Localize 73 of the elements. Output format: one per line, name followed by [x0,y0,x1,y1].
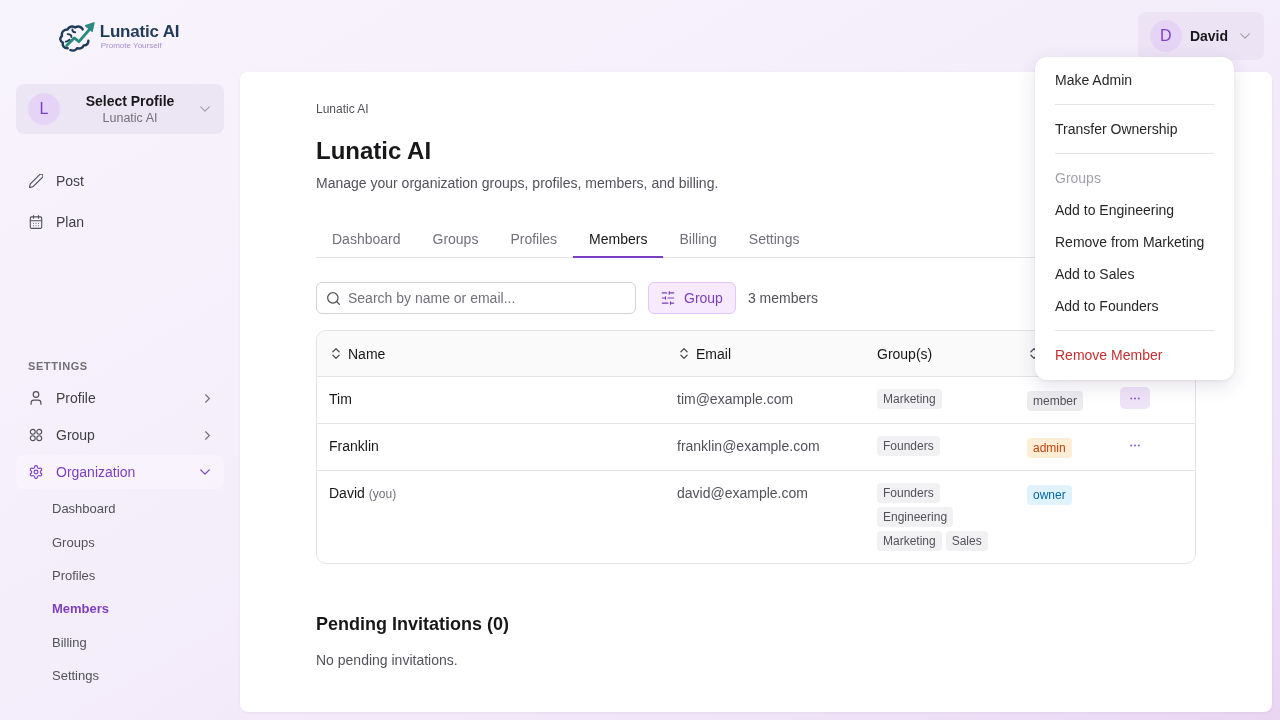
tab[interactable]: Settings [732,222,816,258]
user-menu-button[interactable]: D David [1137,12,1264,60]
pencil-icon [29,174,43,188]
role-badge: owner [1027,485,1072,505]
settings-nav-item[interactable]: Organization [16,455,224,489]
chevron-down-icon [200,106,210,112]
menu-item[interactable]: Add to Founders [1035,290,1234,322]
tab[interactable]: Groups [416,222,495,258]
person-icon [29,391,43,405]
tab[interactable]: Billing [663,222,733,258]
role-badge: member [1027,391,1083,411]
sub-nav-item[interactable]: Members [52,592,110,626]
page-title: Lunatic AI [316,136,432,166]
menu-item[interactable]: Make Admin [1035,64,1234,96]
group-tag: Marketing [877,389,942,409]
column-header: Email [696,345,731,362]
avatar: L [28,93,60,125]
member-email: franklin@example.com [677,438,820,454]
menu-item[interactable]: Add to Sales [1035,258,1234,290]
menu-item[interactable]: Remove from Marketing [1035,226,1234,258]
tab[interactable]: Dashboard [316,222,417,258]
row-actions-button[interactable] [1120,387,1150,409]
sub-nav-item[interactable]: Settings [52,658,99,693]
sub-nav-item[interactable]: Profiles [52,558,96,593]
group-tag: Engineering [877,507,954,527]
settings-nav-item[interactable]: Profile [16,381,224,415]
profile-selector[interactable]: L Select Profile Lunatic AI [16,84,224,134]
avatar: D [1149,20,1182,52]
sliders-icon [661,291,675,305]
column-header: Group(s) [877,345,933,362]
column-header: Name [348,345,386,362]
gear-icon [29,465,43,479]
member-name: David [329,485,365,501]
member-name: Franklin [329,438,379,454]
menu-heading: Groups [1054,169,1102,188]
brain-logo-icon [58,20,97,52]
sub-nav-item[interactable]: Groups [52,525,95,559]
settings-nav-item[interactable]: Group [16,418,224,452]
sub-nav-item[interactable]: Dashboard [52,492,116,526]
tab[interactable]: Profiles [494,222,574,258]
group-tag: Marketing [877,531,942,551]
profile-subtitle: Lunatic AI [102,109,158,126]
menu-item[interactable]: Remove Member [1035,339,1234,371]
nav-item[interactable]: Plan [16,204,224,240]
member-email: tim@example.com [677,391,794,407]
more-icon [1130,396,1140,400]
search-field[interactable]: Search by name or email... [316,282,636,314]
group-tag: Founders [877,483,940,503]
sub-nav-item[interactable]: Billing [52,625,87,659]
logo-name: Lunatic AI [99,22,180,41]
tab[interactable]: Members [573,222,664,258]
four-circles-icon [29,428,43,442]
section-label: SETTINGS [28,359,88,374]
empty-message: No pending invitations. [316,651,458,670]
group-tag: Founders [877,436,940,456]
breadcrumb[interactable]: Lunatic AI [316,101,369,117]
page-description: Manage your organization groups, profiles, members, and billing. [316,174,719,193]
section-title: Pending Invitations (0) [316,613,509,636]
group-tag: Sales [945,531,988,551]
member-email: david@example.com [677,485,808,501]
more-icon [1130,443,1140,447]
menu-item[interactable]: Transfer Ownership [1035,113,1234,145]
member-name: Tim [329,391,352,407]
search-icon [327,292,340,305]
chevron-down-icon [1240,33,1250,39]
calendar-icon [29,215,43,229]
member-count: 3 members [747,290,818,306]
role-badge: admin [1027,438,1072,458]
logo-tagline: Promote Yourself [100,41,163,50]
nav-item[interactable]: Post [16,163,224,199]
menu-item[interactable]: Add to Engineering [1035,194,1234,226]
group-filter-button[interactable]: Group [648,282,736,314]
you-label: (you) [368,487,397,501]
